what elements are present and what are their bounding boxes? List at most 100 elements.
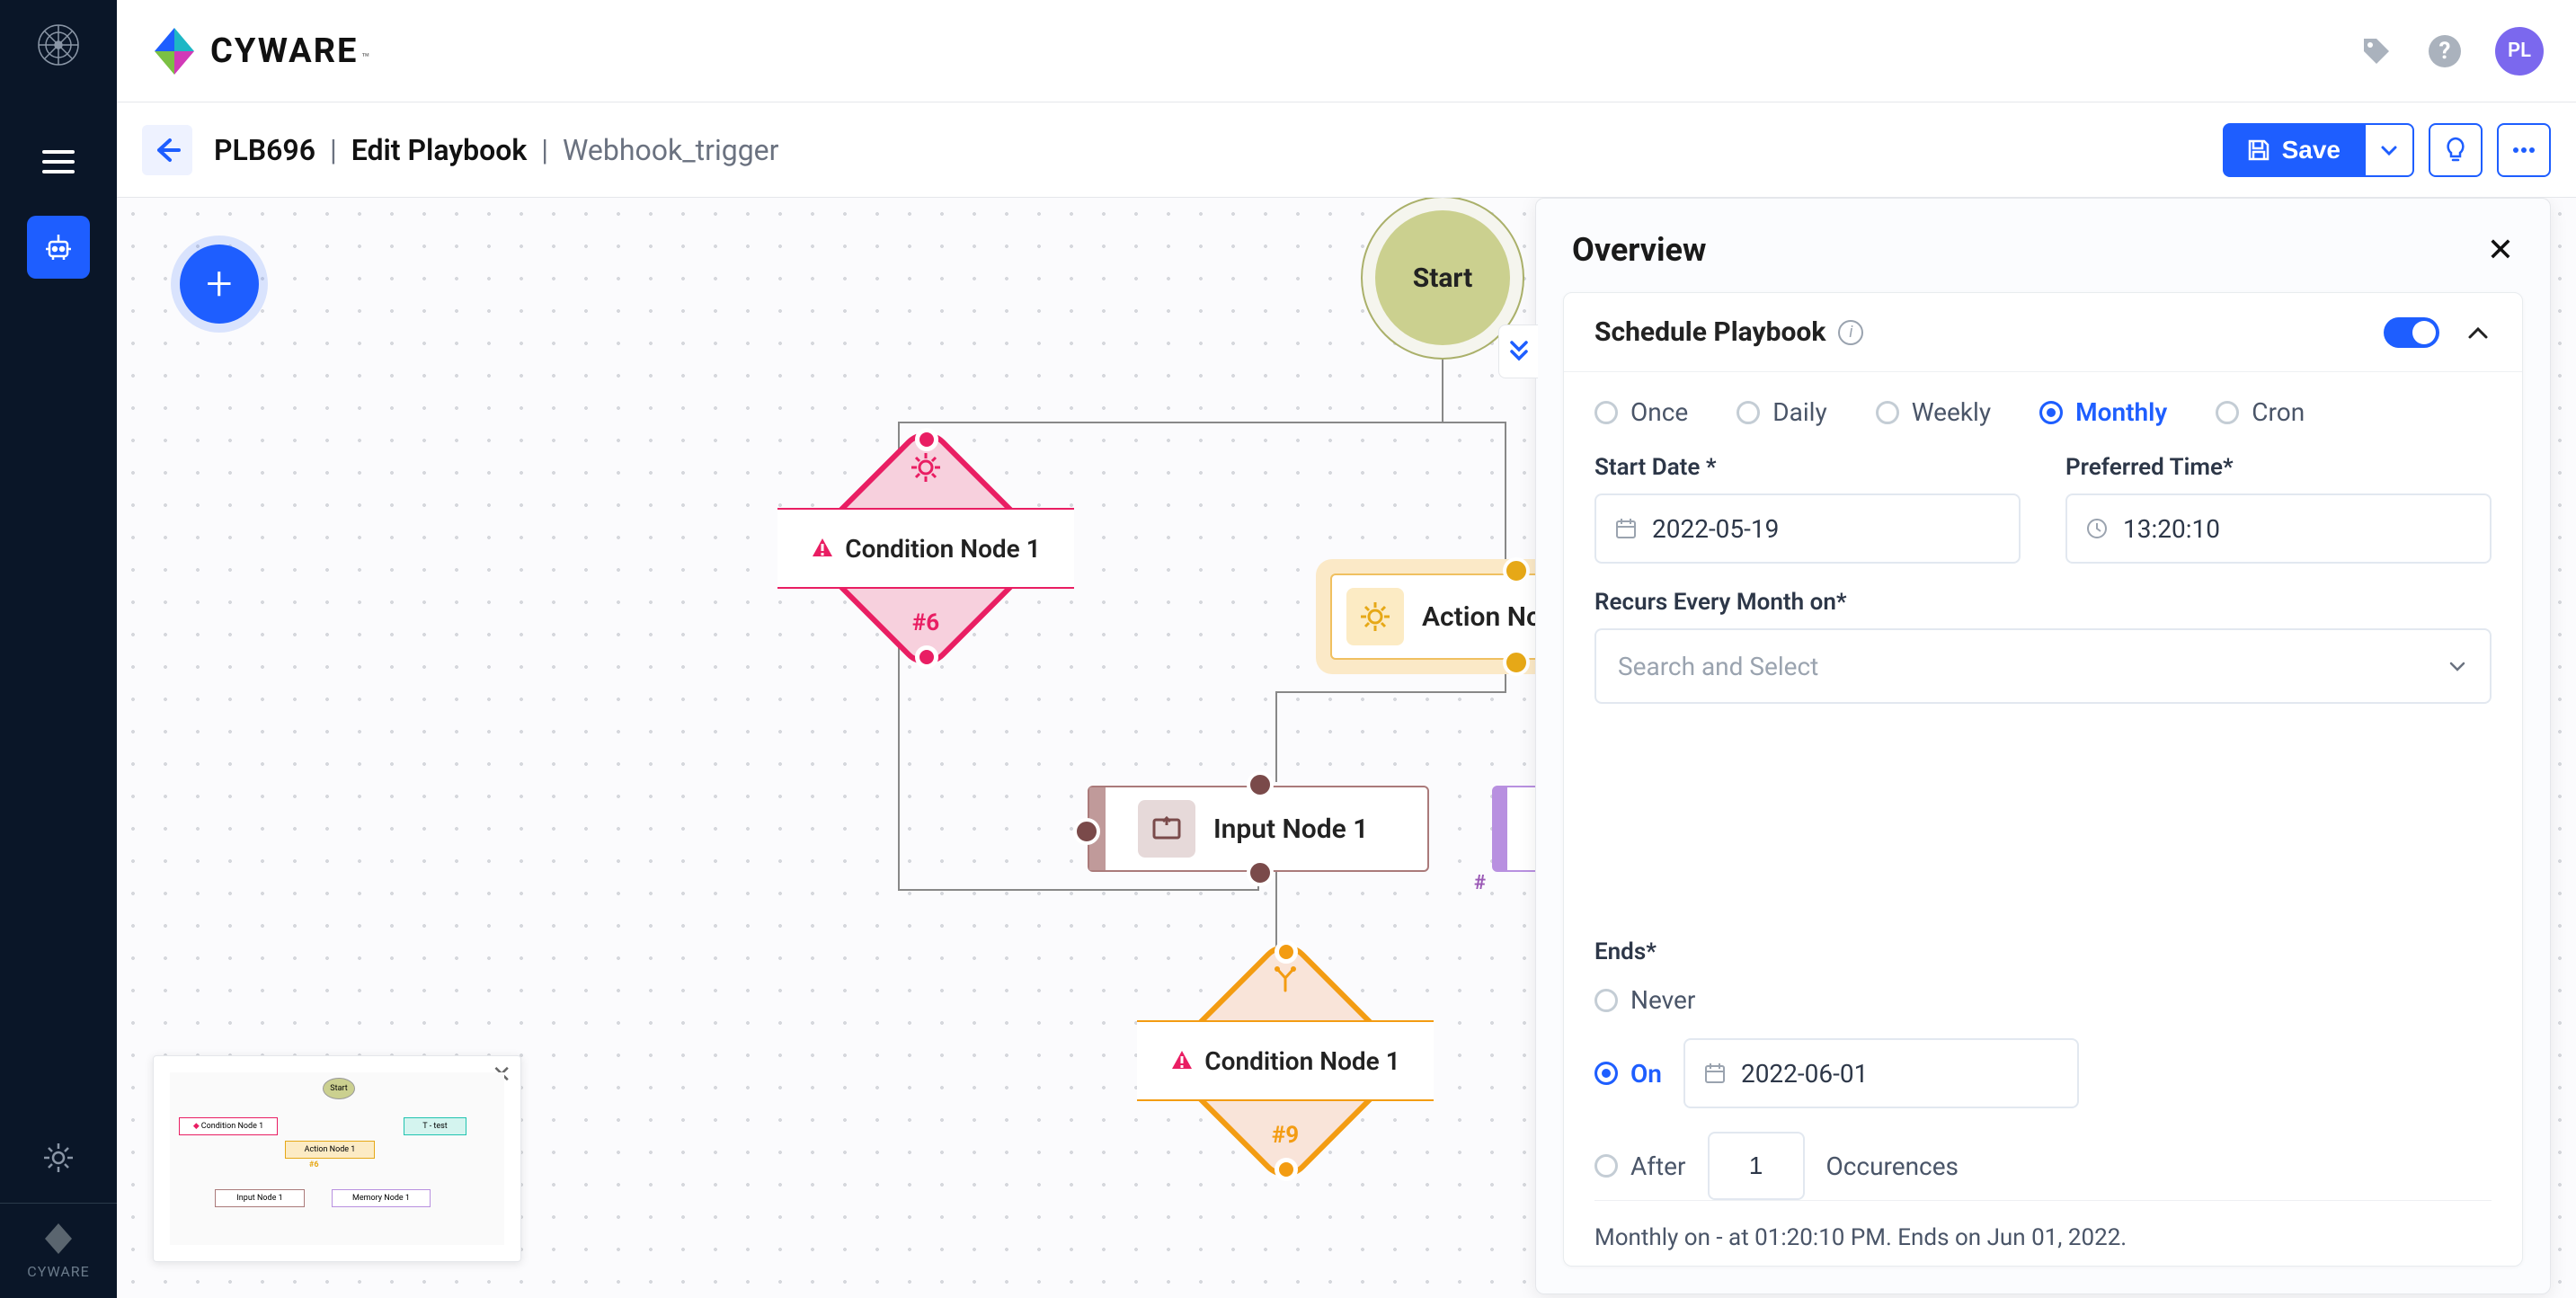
left-navigation-rail: CYWARE [0, 0, 117, 1298]
info-icon[interactable]: i [1838, 320, 1863, 345]
start-date-value: 2022-05-19 [1652, 514, 1779, 544]
section-collapse-button[interactable] [2465, 319, 2492, 346]
more-horizontal-icon [2509, 136, 2538, 164]
breadcrumb: PLB696 | Edit Playbook | Webhook_trigger [214, 133, 778, 167]
hamburger-icon [42, 144, 75, 180]
schedule-toggle[interactable] [2384, 317, 2439, 348]
add-node-button[interactable]: + [180, 244, 259, 324]
playbook-name: Webhook_trigger [563, 133, 778, 167]
freq-weekly[interactable]: Weekly [1876, 397, 1991, 427]
overview-panel: Overview ✕ Schedule Playbook i Once Dail… [1535, 198, 2551, 1294]
plus-icon: + [206, 261, 232, 307]
schedule-summary: Monthly on - at 01:20:10 PM. Ends on Jun… [1594, 1200, 2492, 1251]
brand-name: CYWARE [210, 31, 358, 71]
recurs-placeholder: Search and Select [1618, 652, 1818, 681]
minimap[interactable]: ✕ Start ◆Condition Node 1 Action Node 1 … [153, 1055, 521, 1262]
save-icon [2246, 138, 2271, 163]
calendar-icon [1614, 517, 1638, 540]
rail-brand: CYWARE [27, 1222, 89, 1280]
calendar-icon [1703, 1062, 1727, 1085]
preferred-time-value: 13:20:10 [2123, 514, 2220, 544]
robot-icon [42, 231, 75, 263]
start-node[interactable]: Start [1375, 210, 1510, 345]
gear-icon [40, 1140, 76, 1176]
back-button[interactable] [142, 125, 192, 175]
gear-icon [1346, 588, 1404, 645]
node-port[interactable] [1073, 818, 1100, 845]
brand-logo-icon [149, 26, 200, 76]
start-date-label: Start Date * [1594, 454, 2021, 481]
error-icon [811, 537, 834, 560]
more-button[interactable] [2497, 123, 2551, 177]
panel-title: Overview [1572, 231, 1706, 269]
freq-daily[interactable]: Daily [1737, 397, 1826, 427]
input-icon [1138, 800, 1195, 858]
branch-icon [1270, 964, 1301, 994]
input-node-1[interactable]: Input Node 1 [1088, 786, 1429, 872]
node-port[interactable] [1503, 649, 1530, 676]
cyware-icon [41, 1222, 76, 1256]
recurs-select[interactable]: Search and Select [1594, 628, 2492, 704]
preferred-time-label: Preferred Time* [2065, 454, 2492, 481]
arrow-left-icon [152, 135, 182, 165]
chevron-down-icon [2379, 140, 2399, 160]
settings-nav-item[interactable] [40, 1140, 76, 1176]
chevron-up-icon [2465, 319, 2492, 346]
start-label: Start [1413, 262, 1473, 294]
save-button[interactable]: Save [2223, 123, 2364, 177]
start-date-input[interactable]: 2022-05-19 [1594, 493, 2021, 564]
recurs-label: Recurs Every Month on* [1594, 589, 2492, 616]
error-icon [1170, 1049, 1194, 1072]
schedule-section-title: Schedule Playbook [1594, 316, 1825, 348]
occurrences-label: Occurences [1826, 1151, 1959, 1181]
chevron-double-down-icon [1508, 339, 1530, 364]
condition1-badge: #6 [912, 609, 939, 636]
condition2-badge: #9 [1272, 1122, 1299, 1149]
playbook-code: PLB696 [214, 133, 315, 167]
freq-cron[interactable]: Cron [2216, 397, 2305, 427]
freq-monthly[interactable]: Monthly [2039, 397, 2167, 427]
condition-node-1[interactable]: Condition Node 1 #6 [809, 431, 1043, 665]
input1-label: Input Node 1 [1213, 813, 1368, 845]
node-port[interactable] [1247, 771, 1274, 798]
hamburger-menu-button[interactable] [31, 135, 85, 189]
user-avatar[interactable]: PL [2495, 27, 2544, 76]
playbook-canvas[interactable]: + Start Condition Node 1 #6 Action Node … [117, 198, 2576, 1298]
gear-icon [910, 451, 942, 484]
ends-after-radio[interactable]: After [1594, 1151, 1686, 1181]
node-port[interactable] [1247, 859, 1274, 886]
editor-toolbar: PLB696 | Edit Playbook | Webhook_trigger… [117, 102, 2576, 198]
chevron-down-icon [2447, 655, 2468, 677]
condition2-label: Condition Node 1 [1204, 1046, 1399, 1076]
help-icon[interactable]: ? [2427, 33, 2463, 69]
occurrences-input[interactable] [1708, 1132, 1805, 1200]
top-header: CYWARE ™ ? PL [117, 0, 2576, 102]
tag-icon[interactable] [2358, 33, 2394, 69]
lightbulb-icon [2441, 136, 2470, 164]
rail-divider [0, 1203, 117, 1204]
memory-badge: # [1474, 872, 1486, 894]
minimap-content: Start ◆Condition Node 1 Action Node 1 T … [170, 1072, 504, 1245]
save-dropdown-button[interactable] [2364, 123, 2414, 177]
ends-never-radio[interactable]: Never [1594, 985, 1695, 1015]
ends-on-value: 2022-06-01 [1741, 1059, 1868, 1089]
editor-mode: Edit Playbook [351, 133, 528, 167]
avatar-initials: PL [2508, 40, 2531, 62]
condition-node-2[interactable]: Condition Node 1 #9 [1168, 944, 1402, 1178]
clock-icon [2085, 517, 2109, 540]
node-port[interactable] [1503, 557, 1530, 584]
ends-on-date-input[interactable]: 2022-06-01 [1683, 1038, 2079, 1108]
preferred-time-input[interactable]: 13:20:10 [2065, 493, 2492, 564]
svg-text:?: ? [2439, 38, 2451, 65]
save-label: Save [2282, 136, 2341, 164]
condition1-label: Condition Node 1 [845, 534, 1040, 564]
freq-once[interactable]: Once [1594, 397, 1688, 427]
playbooks-nav-item[interactable] [27, 216, 90, 279]
trademark: ™ [361, 51, 371, 66]
frequency-radio-group: Once Daily Weekly Monthly Cron [1594, 397, 2492, 427]
panel-close-button[interactable]: ✕ [2487, 231, 2514, 269]
ends-on-radio[interactable]: On [1594, 1059, 1662, 1089]
ends-label: Ends* [1594, 938, 2492, 965]
panel-collapse-button[interactable] [1498, 324, 1538, 378]
hints-button[interactable] [2429, 123, 2483, 177]
